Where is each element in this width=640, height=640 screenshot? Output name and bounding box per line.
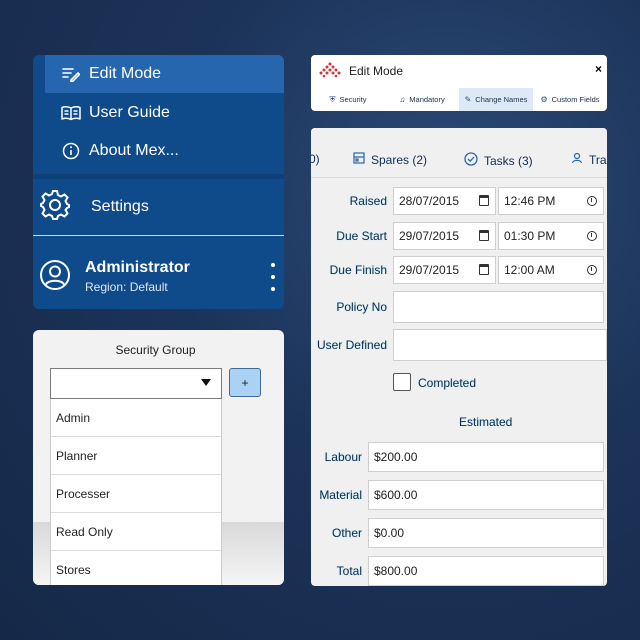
tab-label: Change Names [475,95,528,104]
check-circle-icon [464,152,478,169]
completed-checkbox[interactable] [393,373,411,391]
raised-date-input[interactable]: 28/07/2015 [393,187,496,215]
calendar-icon[interactable] [479,195,489,206]
due-start-time-input[interactable]: 01:30 PM [498,222,604,250]
tab-next-label: Tra [589,152,607,167]
raised-time-value: 12:46 PM [504,194,556,208]
edit-mode-header: Edit Mode × ⛨ Security ♫ Mandatory ✎ Cha… [311,55,607,111]
menu-item-label: About Mex... [89,142,179,159]
work-order-form: 0) Spares (2) Tasks (3) Tra Raised 28/07… [311,128,607,586]
close-button[interactable]: × [595,62,602,76]
due-start-label: Due Start [336,229,387,243]
tab-label: Security [339,95,367,104]
tab-label: Custom Fields [551,95,600,104]
due-start-date-value: 29/07/2015 [399,229,460,243]
security-group-panel: Security Group + Admin Planner Processer… [33,330,284,585]
settings-label: Settings [91,198,149,215]
due-start-date-input[interactable]: 29/07/2015 [393,222,496,250]
user-defined-label: User Defined [316,338,387,352]
settings-item[interactable]: Settings [33,179,284,235]
user-region: Region: Default [85,280,168,294]
option-read-only[interactable]: Read Only [51,513,221,551]
clock-icon[interactable] [587,196,597,206]
security-group-title: Security Group [115,343,196,357]
tab-tasks[interactable]: Tasks (3) [464,152,533,169]
tab-label: Mandatory [409,95,445,104]
menu-item-label: User Guide [89,104,170,121]
due-finish-label: Due Finish [329,263,387,277]
raised-label: Raised [349,194,387,208]
tabs-divider [311,177,607,178]
due-finish-time-value: 12:00 AM [504,263,555,277]
mex-logo-icon [319,62,341,78]
caret-down-icon [201,379,211,386]
due-finish-time-input[interactable]: 12:00 AM [498,256,604,284]
tab-mandatory[interactable]: ♫ Mandatory [385,88,459,111]
labour-label: Labour [324,450,362,464]
tab-spares-label: Spares (2) [371,152,428,167]
due-finish-date-value: 29/07/2015 [399,263,460,277]
tab-spares[interactable]: Spares (2) [353,152,427,167]
edit-mode-title: Edit Mode [349,64,404,78]
other-input[interactable]: $0.00 [368,518,604,548]
policy-no-label: Policy No [336,300,387,314]
due-start-time-value: 01:30 PM [504,229,556,243]
calendar-icon[interactable] [479,264,489,275]
edit-mode-tabs: ⛨ Security ♫ Mandatory ✎ Change Names ⚙ … [311,88,607,111]
other-label: Other [331,526,362,540]
shield-icon: ⛨ [329,94,336,104]
tab-tasks-label: Tasks (3) [484,153,533,168]
user-profile[interactable]: Administrator Region: Default [33,255,284,297]
material-label: Material [319,488,362,502]
option-processer[interactable]: Processer [51,475,221,513]
bell-icon: ♫ [399,95,406,104]
menu-item-user-guide[interactable]: User Guide [45,94,284,132]
calendar-icon[interactable] [479,230,489,241]
menu-item-edit-mode[interactable]: Edit Mode [45,55,284,93]
spares-icon [353,152,365,167]
total-input[interactable]: $800.00 [368,556,604,586]
due-finish-date-input[interactable]: 29/07/2015 [393,256,496,284]
side-menu: Edit Mode User Guide About Mex... Settin… [33,55,284,309]
estimated-title: Estimated [459,415,513,429]
add-security-group-button[interactable]: + [229,368,261,397]
more-options-icon[interactable] [270,263,276,291]
completed-label: Completed [418,376,477,390]
person-icon [571,152,583,167]
book-icon [61,103,81,123]
tab-security[interactable]: ⛨ Security [311,88,385,111]
user-defined-input[interactable] [393,329,607,361]
policy-no-input[interactable] [393,291,604,323]
raised-date-value: 28/07/2015 [399,194,460,208]
security-group-select[interactable] [50,368,222,399]
security-group-options: Admin Planner Processer Read Only Stores [50,399,222,585]
user-avatar-icon [39,259,71,296]
edit-list-icon [61,64,81,84]
form-tabs: 0) Spares (2) Tasks (3) Tra [311,128,607,177]
tab-custom-fields[interactable]: ⚙ Custom Fields [533,88,607,111]
info-icon [61,141,81,161]
tab-change-names[interactable]: ✎ Change Names [459,88,533,111]
rename-icon: ✎ [464,95,472,104]
user-name: Administrator [85,259,190,276]
gear-icon [39,189,71,226]
option-admin[interactable]: Admin [51,399,221,437]
menu-item-about[interactable]: About Mex... [45,132,284,170]
labour-input[interactable]: $200.00 [368,442,604,472]
tab-previous-fragment[interactable]: 0) [311,152,320,166]
total-label: Total [336,564,362,578]
material-input[interactable]: $600.00 [368,480,604,510]
tab-next-fragment[interactable]: Tra [571,152,607,167]
option-stores[interactable]: Stores [51,551,221,585]
clock-icon[interactable] [587,231,597,241]
clock-icon[interactable] [587,265,597,275]
fields-icon: ⚙ [540,95,548,104]
settings-divider [33,235,284,236]
menu-item-label: Edit Mode [89,65,162,82]
raised-time-input[interactable]: 12:46 PM [498,187,604,215]
option-planner[interactable]: Planner [51,437,221,475]
